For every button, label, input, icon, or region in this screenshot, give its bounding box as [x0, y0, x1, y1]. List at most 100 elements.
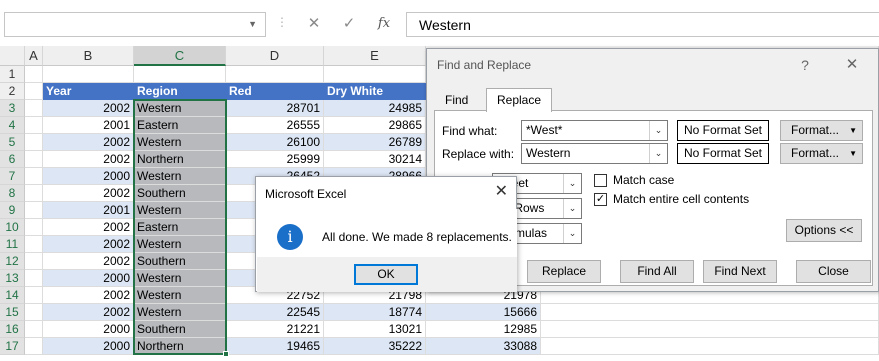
tab-find[interactable]: Find [434, 88, 480, 111]
row-header[interactable]: 12 [0, 253, 25, 270]
grid-cell[interactable] [25, 253, 43, 270]
chevron-down-icon[interactable]: ⌄ [563, 224, 581, 243]
cell-year[interactable]: 2002 [43, 185, 134, 202]
column-header-a[interactable]: A [25, 46, 43, 66]
grid-cell[interactable] [134, 66, 226, 83]
grid-cell[interactable] [25, 134, 43, 151]
cell-region[interactable]: Western [134, 134, 226, 151]
grid-cell[interactable] [324, 66, 426, 83]
replace-format-button[interactable]: Format... ▼ [780, 143, 863, 164]
cell-dry-white[interactable]: 24985 [324, 100, 426, 117]
fill-handle[interactable] [223, 351, 229, 357]
find-what-input[interactable]: *West* ⌄ [521, 120, 668, 141]
cell-region[interactable]: Western [134, 100, 226, 117]
cell-year[interactable]: 2002 [43, 304, 134, 321]
row-header[interactable]: 9 [0, 202, 25, 219]
close-button[interactable]: Close [796, 260, 871, 283]
cell-year[interactable]: 2002 [43, 236, 134, 253]
grid-cell[interactable] [226, 66, 324, 83]
name-box[interactable]: ▼ [4, 12, 266, 37]
cell-year[interactable]: 2002 [43, 100, 134, 117]
chevron-down-icon[interactable]: ⌄ [649, 121, 667, 140]
match-entire-checkbox[interactable]: ✓ [594, 193, 607, 206]
row-header[interactable]: 13 [0, 270, 25, 287]
grid-cell[interactable] [25, 66, 43, 83]
column-header-c[interactable]: C [134, 46, 226, 66]
cell-region[interactable]: Western [134, 202, 226, 219]
chevron-down-icon[interactable]: ▼ [248, 19, 257, 29]
table-header-year[interactable]: Year [43, 83, 134, 100]
column-header-e[interactable]: E [324, 46, 426, 66]
cell-region[interactable]: Southern [134, 253, 226, 270]
table-header-dry-white[interactable]: Dry White [324, 83, 426, 100]
cell-year[interactable]: 2001 [43, 202, 134, 219]
grid-cell[interactable] [43, 66, 134, 83]
cell-year[interactable]: 2001 [43, 117, 134, 134]
row-header[interactable]: 16 [0, 321, 25, 338]
grid-cell[interactable] [25, 338, 43, 355]
insert-function-icon[interactable]: fx [372, 13, 396, 35]
cell-dry-white[interactable]: 26789 [324, 134, 426, 151]
row-header[interactable]: 8 [0, 185, 25, 202]
row-header[interactable]: 14 [0, 287, 25, 304]
cell-dry-white[interactable]: 18774 [324, 304, 426, 321]
find-format-button[interactable]: Format... ▼ [780, 120, 863, 141]
cell-f[interactable]: 12985 [426, 321, 541, 338]
grid-cell[interactable] [25, 168, 43, 185]
cell-year[interactable]: 2002 [43, 287, 134, 304]
row-header[interactable]: 11 [0, 236, 25, 253]
close-icon[interactable]: ✕ [841, 54, 863, 76]
column-header-b[interactable]: B [43, 46, 134, 66]
cell-dry-white[interactable]: 30214 [324, 151, 426, 168]
cell-region[interactable]: Eastern [134, 117, 226, 134]
cell-dry-white[interactable]: 35222 [324, 338, 426, 355]
options-button[interactable]: Options << [786, 219, 862, 242]
cell-year[interactable]: 2000 [43, 168, 134, 185]
cell-red[interactable]: 26100 [226, 134, 324, 151]
row-header[interactable]: 15 [0, 304, 25, 321]
chevron-down-icon[interactable]: ⌄ [563, 174, 581, 193]
cell-year[interactable]: 2000 [43, 321, 134, 338]
grid-cell[interactable] [25, 219, 43, 236]
replace-button[interactable]: Replace [527, 260, 601, 283]
cell-region[interactable]: Southern [134, 321, 226, 338]
grid-cell[interactable] [25, 202, 43, 219]
grid-cell[interactable] [25, 321, 43, 338]
grid-cell[interactable] [25, 151, 43, 168]
row-header[interactable]: 4 [0, 117, 25, 134]
enter-icon[interactable]: ✓ [337, 13, 361, 35]
row-header[interactable]: 6 [0, 151, 25, 168]
cell-f[interactable]: 15666 [426, 304, 541, 321]
cancel-icon[interactable]: ✕ [302, 13, 326, 35]
cell-year[interactable]: 2002 [43, 134, 134, 151]
cell-year[interactable]: 2002 [43, 253, 134, 270]
cell-red[interactable]: 19465 [226, 338, 324, 355]
cell-year[interactable]: 2002 [43, 151, 134, 168]
row-header[interactable]: 10 [0, 219, 25, 236]
table-header-region[interactable]: Region [134, 83, 226, 100]
cell-region[interactable]: Western [134, 236, 226, 253]
help-icon[interactable]: ? [794, 54, 816, 76]
column-header-d[interactable]: D [226, 46, 324, 66]
cell-dry-white[interactable]: 29865 [324, 117, 426, 134]
grid-cell[interactable] [25, 270, 43, 287]
row-header[interactable]: 5 [0, 134, 25, 151]
cell-red[interactable]: 26555 [226, 117, 324, 134]
chevron-down-icon[interactable]: ⌄ [563, 199, 581, 218]
chevron-down-icon[interactable]: ⌄ [649, 144, 667, 163]
grid-cell[interactable] [541, 304, 879, 321]
cell-region[interactable]: Western [134, 270, 226, 287]
cell-red[interactable]: 25999 [226, 151, 324, 168]
cell-red[interactable]: 22545 [226, 304, 324, 321]
cell-region[interactable]: Northern [134, 151, 226, 168]
ok-button[interactable]: OK [354, 264, 418, 285]
row-header[interactable]: 3 [0, 100, 25, 117]
cell-region[interactable]: Eastern [134, 219, 226, 236]
find-all-button[interactable]: Find All [620, 260, 694, 283]
grid-cell[interactable] [25, 287, 43, 304]
row-header[interactable]: 2 [0, 83, 25, 100]
grid-cell[interactable] [25, 100, 43, 117]
cell-year[interactable]: 2000 [43, 270, 134, 287]
row-header[interactable]: 7 [0, 168, 25, 185]
tab-replace[interactable]: Replace [486, 88, 553, 112]
